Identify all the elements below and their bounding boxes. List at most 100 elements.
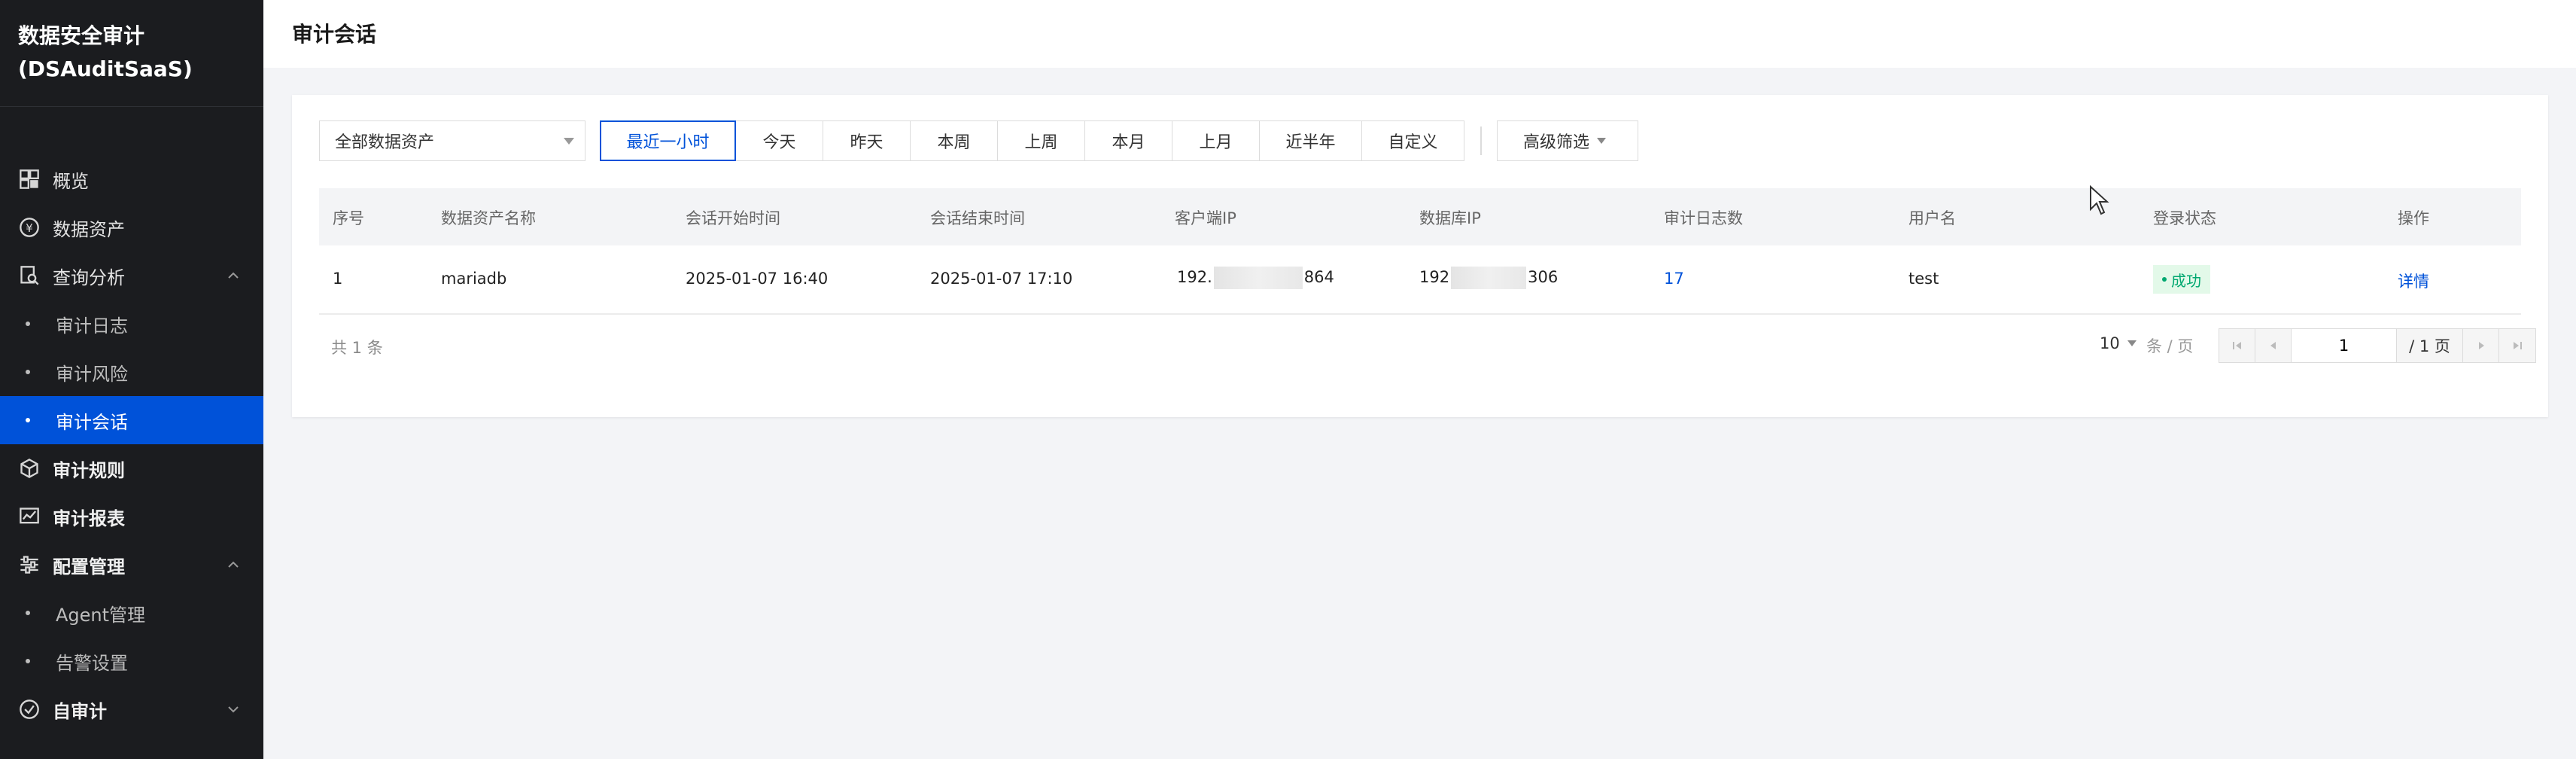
time-range-last-hour[interactable]: 最近一小时: [600, 120, 736, 161]
total-pages: / 1 页: [2397, 329, 2463, 362]
advanced-filter-button[interactable]: 高级筛选: [1497, 120, 1638, 161]
sidebar-item-audit-sessions[interactable]: 审计会话: [0, 396, 263, 444]
time-range-today[interactable]: 今天: [735, 120, 823, 161]
page-size-value: 10: [2100, 334, 2120, 352]
cell-username: test: [1908, 270, 1939, 288]
sidebar-item-label: 审计报表: [53, 508, 125, 529]
column-header: 数据资产名称: [441, 209, 536, 227]
asset-select-value: 全部数据资产: [335, 133, 435, 152]
sidebar-item-label: 审计风险: [56, 363, 128, 385]
next-page-icon: [2478, 342, 2484, 349]
sidebar-item-overview[interactable]: 概览: [0, 155, 263, 203]
bullet-icon: [26, 370, 30, 374]
cube-icon: [18, 457, 41, 480]
page-header: 审计会话: [263, 0, 2576, 68]
sidebar-item-label: 配置管理: [53, 556, 125, 578]
page-size-select[interactable]: 10: [2100, 334, 2137, 352]
log-count-link[interactable]: 17: [1664, 270, 1684, 288]
bullet-icon: [26, 418, 30, 422]
last-page-icon: [2514, 342, 2522, 349]
time-range-this-month[interactable]: 本月: [1084, 120, 1172, 161]
sidebar-item-label: Agent管理: [56, 604, 146, 626]
bullet-icon: [26, 611, 30, 615]
cell-start-time: 2025-01-07 16:40: [686, 270, 829, 288]
sidebar-item-alerts[interactable]: 告警设置: [0, 637, 263, 685]
status-badge: 成功: [2153, 265, 2210, 294]
report-chart-icon: [18, 505, 41, 528]
asset-select[interactable]: 全部数据资产: [319, 120, 585, 161]
caret-down-icon: [2127, 340, 2137, 346]
cell-client-ip: 192. 864: [1177, 267, 1334, 289]
prev-page-button[interactable]: [2255, 329, 2292, 362]
sidebar-item-label: 概览: [53, 170, 89, 192]
sidebar-item-audit-risks[interactable]: 审计风险: [0, 348, 263, 396]
column-header: 用户名: [1908, 209, 1956, 227]
first-page-button[interactable]: [2219, 329, 2255, 362]
next-page-button[interactable]: [2463, 329, 2499, 362]
table-row: 1 mariadb 2025-01-07 16:40 2025-01-07 17…: [319, 245, 2521, 315]
sidebar-item-audit-reports[interactable]: 审计报表: [0, 492, 263, 541]
sidebar-item-label: 审计会话: [56, 411, 128, 433]
sidebar-item-config[interactable]: 配置管理: [0, 541, 263, 589]
bullet-icon: [26, 659, 30, 663]
advanced-filter-label: 高级筛选: [1523, 133, 1590, 152]
column-header: 登录状态: [2153, 209, 2216, 227]
chevron-up-icon: [228, 561, 239, 568]
dashboard-icon: [18, 168, 41, 191]
last-page-button[interactable]: [2499, 329, 2535, 362]
client-ip-suffix: 864: [1303, 268, 1334, 286]
time-range-last-week[interactable]: 上周: [997, 120, 1085, 161]
sessions-card: 全部数据资产 最近一小时 今天 昨天 本周 上周 本月 上月 近半年 自定义 高…: [292, 95, 2548, 417]
table-header: 序号 数据资产名称 会话开始时间 会话结束时间 客户端IP 数据库IP 审计日志…: [319, 188, 2521, 245]
sidebar-item-label: 告警设置: [56, 652, 128, 674]
svg-text:¥: ¥: [26, 221, 33, 235]
column-header: 会话开始时间: [686, 209, 780, 227]
sidebar-item-label: 审计规则: [53, 459, 125, 481]
details-link[interactable]: 详情: [2398, 270, 2429, 292]
mouse-cursor-icon: [2090, 185, 2109, 215]
chevron-down-icon: [228, 706, 239, 713]
client-ip-prefix: 192.: [1177, 268, 1212, 286]
chevron-up-icon: [228, 272, 239, 279]
caret-down-icon: [1597, 138, 1607, 144]
page-number-input[interactable]: [2292, 329, 2397, 362]
column-header: 客户端IP: [1175, 209, 1236, 227]
db-ip-prefix: 192: [1419, 268, 1450, 286]
settings-sliders-icon: [18, 553, 41, 576]
time-range-this-week[interactable]: 本周: [910, 120, 998, 161]
sidebar-item-audit-logs[interactable]: 审计日志: [0, 300, 263, 348]
sidebar-item-query-analysis[interactable]: 查询分析: [0, 251, 263, 300]
column-header: 数据库IP: [1419, 209, 1481, 227]
bullet-icon: [26, 322, 30, 326]
sidebar-item-label: 审计日志: [56, 315, 128, 337]
column-header: 会话结束时间: [930, 209, 1025, 227]
pager: / 1 页: [2219, 328, 2536, 363]
sidebar-item-agent[interactable]: Agent管理: [0, 589, 263, 637]
status-text: 成功: [2171, 271, 2201, 290]
page-title: 审计会话: [292, 22, 377, 47]
cell-asset-name: mariadb: [441, 270, 507, 288]
cell-index: 1: [333, 270, 343, 288]
time-range-last-month[interactable]: 上月: [1172, 120, 1260, 161]
time-range-custom[interactable]: 自定义: [1361, 120, 1464, 161]
page-size-unit: 条 / 页: [2146, 337, 2194, 355]
sidebar-item-audit-rules[interactable]: 审计规则: [0, 444, 263, 492]
column-header: 操作: [2398, 209, 2429, 227]
nav-menu: 概览 ¥ 数据资产 查询分析 审计日志 审计风险 审计会话 审计规则 审计报表 …: [0, 155, 263, 733]
cell-end-time: 2025-01-07 17:10: [930, 270, 1073, 288]
brand-subtitle: (DSAuditSaaS): [18, 56, 193, 81]
cell-db-ip: 192 306: [1419, 267, 1558, 289]
column-header: 序号: [333, 209, 364, 227]
time-range-yesterday[interactable]: 昨天: [823, 120, 911, 161]
sidebar-item-data-assets[interactable]: ¥ 数据资产: [0, 203, 263, 251]
sidebar-item-label: 数据资产: [53, 218, 125, 240]
prev-page-icon: [2270, 342, 2276, 349]
column-header: 审计日志数: [1664, 209, 1743, 227]
time-range-half-year[interactable]: 近半年: [1259, 120, 1362, 161]
sidebar: 数据安全审计 (DSAuditSaaS) 概览 ¥ 数据资产 查询分析 审计日志: [0, 0, 263, 759]
status-dot-icon: [2162, 277, 2167, 282]
query-icon: [18, 264, 41, 287]
sidebar-item-self-audit[interactable]: 自审计: [0, 685, 263, 733]
redacted-mask: [1213, 267, 1303, 289]
filter-divider: [1480, 126, 1482, 155]
